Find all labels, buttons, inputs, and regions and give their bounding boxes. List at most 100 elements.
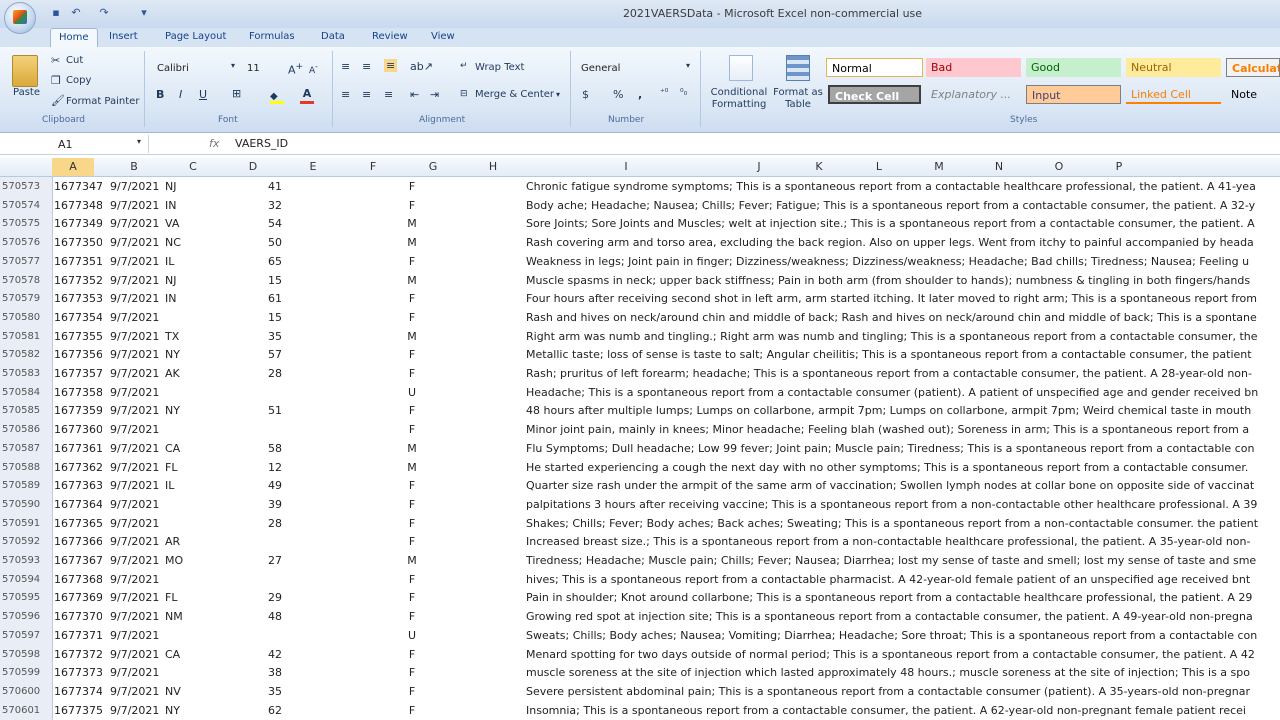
fill-color-icon[interactable]: ◆ xyxy=(270,89,284,104)
align-top-icon[interactable]: ≡ xyxy=(341,60,350,73)
cell-vaers-id[interactable]: 1677363 xyxy=(54,476,102,495)
cell-age[interactable]: 61 xyxy=(255,289,282,308)
row-number[interactable]: 570583 xyxy=(0,364,50,383)
cell-sex[interactable]: F xyxy=(405,196,419,215)
increase-indent-icon[interactable]: ⇥ xyxy=(430,88,439,101)
cell-date[interactable]: 9/7/2021 xyxy=(110,214,168,233)
cell-date[interactable]: 9/7/2021 xyxy=(110,289,168,308)
cell-vaers-id[interactable]: 1677350 xyxy=(54,233,102,252)
cell-state[interactable]: VA xyxy=(165,214,195,233)
select-all-corner[interactable] xyxy=(0,158,53,176)
chevron-down-icon[interactable]: ▾ xyxy=(137,137,141,146)
row-number[interactable]: 570591 xyxy=(0,513,50,533)
table-row[interactable]: 570598 1677372 9/7/2021 CA 42 F Menard spottin… xyxy=(0,644,1280,664)
cell-date[interactable]: 9/7/2021 xyxy=(110,476,168,495)
table-row[interactable]: 570584 1677358 9/7/2021 U Headache; This is … xyxy=(0,382,1280,402)
column-header-p[interactable]: P xyxy=(1096,160,1142,173)
cell-symptom-text[interactable]: 48 hours after multiple lumps; Lumps on … xyxy=(526,401,1280,420)
table-row[interactable]: 570578 1677352 9/7/2021 NJ 15 M Muscle spasms … xyxy=(0,270,1280,290)
cell-date[interactable]: 9/7/2021 xyxy=(110,607,168,626)
cell-vaers-id[interactable]: 1677359 xyxy=(54,401,102,420)
cell-symptom-text[interactable]: Growing red spot at injection site; This… xyxy=(526,607,1280,626)
cell-date[interactable]: 9/7/2021 xyxy=(110,345,168,364)
cell-date[interactable]: 9/7/2021 xyxy=(110,177,168,196)
cell-age[interactable]: 42 xyxy=(255,645,282,664)
chevron-down-icon[interactable]: ▾ xyxy=(556,90,560,99)
cell-sex[interactable]: M xyxy=(405,439,419,458)
cell-vaers-id[interactable]: 1677357 xyxy=(54,364,102,383)
column-header-e[interactable]: E xyxy=(290,160,336,173)
cell-vaers-id[interactable]: 1677355 xyxy=(54,327,102,346)
cell-date[interactable]: 9/7/2021 xyxy=(110,551,168,570)
format-painter-button[interactable]: Format Painter xyxy=(66,96,139,107)
cell-date[interactable]: 9/7/2021 xyxy=(110,495,168,514)
cell-symptom-text[interactable]: Shakes; Chills; Fever; Body aches; Back … xyxy=(526,514,1280,533)
cell-sex[interactable]: M xyxy=(405,214,419,233)
table-row[interactable]: 570585 1677359 9/7/2021 NY 51 F 48 hours after… xyxy=(0,401,1280,421)
cell-state[interactable]: IN xyxy=(165,196,195,215)
table-row[interactable]: 570594 1677368 9/7/2021 Fhives; This is a s… xyxy=(0,569,1280,589)
decrease-indent-icon[interactable]: ⇤ xyxy=(410,88,419,101)
cell-vaers-id[interactable]: 1677373 xyxy=(54,663,102,682)
cell-sex[interactable]: F xyxy=(405,645,419,664)
row-number[interactable]: 570584 xyxy=(0,382,50,402)
row-number[interactable]: 570587 xyxy=(0,438,50,458)
row-number[interactable]: 570576 xyxy=(0,233,50,253)
cell-symptom-text[interactable]: hives; This is a spontaneous report from… xyxy=(526,570,1280,589)
cell-date[interactable]: 9/7/2021 xyxy=(110,196,168,215)
cell-age[interactable]: 57 xyxy=(255,345,282,364)
format-as-table-button[interactable]: Format as Table xyxy=(772,87,824,111)
cell-symptom-text[interactable]: palpitations 3 hours after receiving vac… xyxy=(526,495,1280,514)
table-row[interactable]: 570580 1677354 9/7/2021 15 F Rash and hives o… xyxy=(0,307,1280,327)
column-header-m[interactable]: M xyxy=(916,160,962,173)
tab-data[interactable]: Data xyxy=(321,31,345,42)
cell-vaers-id[interactable]: 1677368 xyxy=(54,570,102,589)
shrink-font-icon[interactable]: A- xyxy=(309,62,318,76)
cell-symptom-text[interactable]: muscle soreness at the site of injection… xyxy=(526,663,1280,682)
cell-sex[interactable]: F xyxy=(405,252,419,271)
cell-vaers-id[interactable]: 1677365 xyxy=(54,514,102,533)
table-row[interactable]: 570582 1677356 9/7/2021 NY 57 F Metallic taste… xyxy=(0,345,1280,365)
cut-button[interactable]: Cut xyxy=(66,55,83,66)
cell-symptom-text[interactable]: Quarter size rash under the armpit of th… xyxy=(526,476,1280,495)
cell-symptom-text[interactable]: Weakness in legs; Joint pain in finger; … xyxy=(526,252,1280,271)
cell-vaers-id[interactable]: 1677358 xyxy=(54,383,102,402)
row-number[interactable]: 570579 xyxy=(0,289,50,309)
table-row[interactable]: 570591 1677365 9/7/2021 28 F Shakes; Chills; … xyxy=(0,513,1280,533)
cell-vaers-id[interactable]: 1677353 xyxy=(54,289,102,308)
font-name-select[interactable]: Calibri xyxy=(152,60,240,77)
cell-state[interactable]: NJ xyxy=(165,177,195,196)
comma-button[interactable]: , xyxy=(638,88,642,101)
decrease-decimal-icon[interactable]: ⁰₀ xyxy=(680,88,687,98)
cell-sex[interactable]: M xyxy=(405,271,419,290)
cell-date[interactable]: 9/7/2021 xyxy=(110,588,168,607)
cell-sex[interactable]: F xyxy=(405,532,419,551)
column-header-d[interactable]: D xyxy=(230,160,276,173)
table-row[interactable]: 570595 1677369 9/7/2021 FL 29 F Pain in should… xyxy=(0,588,1280,608)
cell-symptom-text[interactable]: Right arm was numb and tingling.; Right … xyxy=(526,327,1280,346)
cell-date[interactable]: 9/7/2021 xyxy=(110,701,168,720)
tab-page-layout[interactable]: Page Layout xyxy=(165,31,226,42)
column-header-g[interactable]: G xyxy=(410,160,456,173)
paste-button[interactable]: Paste xyxy=(13,87,40,98)
row-number[interactable]: 570575 xyxy=(0,214,50,234)
cell-vaers-id[interactable]: 1677351 xyxy=(54,252,102,271)
row-number[interactable]: 570601 xyxy=(0,700,50,720)
row-number[interactable]: 570581 xyxy=(0,326,50,346)
cell-sex[interactable]: F xyxy=(405,476,419,495)
wrap-text-button[interactable]: Wrap Text xyxy=(475,62,524,73)
row-number[interactable]: 570580 xyxy=(0,307,50,327)
borders-icon[interactable]: ⊞ xyxy=(232,87,241,100)
cell-vaers-id[interactable]: 1677347 xyxy=(54,177,102,196)
cell-date[interactable]: 9/7/2021 xyxy=(110,401,168,420)
cell-state[interactable]: IL xyxy=(165,476,195,495)
column-header-j[interactable]: J xyxy=(736,160,782,173)
cell-date[interactable]: 9/7/2021 xyxy=(110,327,168,346)
cell-state[interactable]: TX xyxy=(165,327,195,346)
cell-state[interactable]: NY xyxy=(165,345,195,364)
row-number[interactable]: 570597 xyxy=(0,625,50,645)
cell-symptom-text[interactable]: Muscle spasms in neck; upper back stiffn… xyxy=(526,271,1280,290)
cell-state[interactable]: MO xyxy=(165,551,195,570)
column-header-a[interactable]: A xyxy=(52,158,94,176)
cell-symptom-text[interactable]: Rash; pruritus of left forearm; headache… xyxy=(526,364,1280,383)
